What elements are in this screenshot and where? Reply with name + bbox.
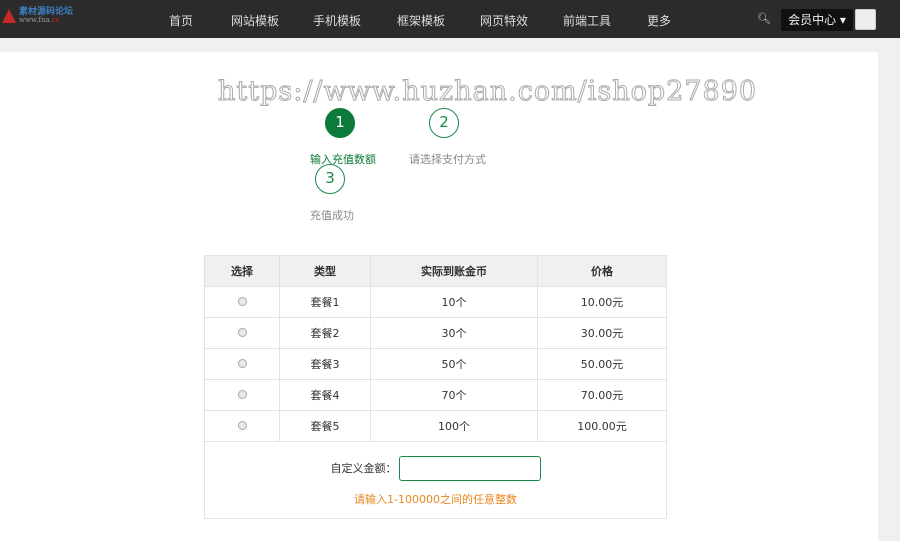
table-row[interactable]: 套餐2 30个 30.00元	[204, 317, 667, 349]
price-cell: 50.00元	[537, 348, 667, 380]
search-icon[interactable]: 🔍︎	[757, 12, 771, 25]
price-cell: 70.00元	[537, 379, 667, 411]
nav-home[interactable]: 首页	[169, 12, 193, 29]
type-cell: 套餐5	[279, 410, 371, 442]
header-price: 价格	[537, 255, 667, 287]
logo-url-tld: .cc	[49, 16, 60, 24]
step-3-circle: 3	[315, 164, 345, 194]
package-table: 选择 类型 实际到账金币 价格 套餐1 10个 10.00元 套餐2 30个 3…	[204, 255, 667, 519]
package-radio[interactable]	[237, 296, 247, 306]
nav-site-templates[interactable]: 网站模板	[231, 12, 279, 29]
coins-cell: 100个	[370, 410, 538, 442]
custom-amount-input[interactable]	[398, 455, 541, 481]
type-cell: 套餐3	[279, 348, 371, 380]
select-cell	[204, 317, 280, 349]
step-1-label: 输入充值数额	[310, 153, 376, 166]
logo-url: www.fna	[19, 16, 50, 24]
select-cell	[204, 286, 280, 318]
price-cell: 30.00元	[537, 317, 667, 349]
header-coins: 实际到账金币	[370, 255, 538, 287]
step-3-label: 充值成功	[310, 209, 354, 222]
avatar[interactable]	[855, 9, 876, 30]
header-select: 选择	[204, 255, 280, 287]
table-row[interactable]: 套餐4 70个 70.00元	[204, 379, 667, 411]
package-radio[interactable]	[237, 358, 247, 368]
member-center-label: 会员中心	[788, 13, 837, 27]
custom-amount-cell: 自定义金额： 请输入1-100000之间的任意整数	[204, 441, 667, 519]
type-cell: 套餐1	[279, 286, 371, 318]
member-center-dropdown[interactable]: 会员中心 ▾	[781, 9, 853, 31]
table-row[interactable]: 套餐5 100个 100.00元	[204, 410, 667, 442]
logo[interactable]: 素材源码论坛 www.fna.cc	[2, 8, 73, 24]
nav-frontend-tools[interactable]: 前端工具	[563, 12, 611, 29]
table-row[interactable]: 套餐3 50个 50.00元	[204, 348, 667, 380]
package-radio[interactable]	[237, 327, 247, 337]
logo-icon	[2, 9, 16, 23]
top-nav: 素材源码论坛 www.fna.cc 首页 网站模板 手机模板 框架模板 网页特效…	[0, 0, 900, 38]
custom-amount-hint: 请输入1-100000之间的任意整数	[354, 492, 517, 506]
nav-frame-templates[interactable]: 框架模板	[397, 12, 445, 29]
coins-cell: 70个	[370, 379, 538, 411]
package-radio[interactable]	[237, 389, 247, 399]
table-row[interactable]: 套餐1 10个 10.00元	[204, 286, 667, 318]
step-2-label: 请选择支付方式	[409, 153, 486, 166]
price-cell: 100.00元	[537, 410, 667, 442]
nav-more[interactable]: 更多	[647, 12, 671, 29]
coins-cell: 10个	[370, 286, 538, 318]
header-type: 类型	[279, 255, 371, 287]
type-cell: 套餐2	[279, 317, 371, 349]
package-radio[interactable]	[237, 420, 247, 430]
nav-web-effects[interactable]: 网页特效	[480, 12, 528, 29]
step-2-circle: 2	[429, 108, 459, 138]
table-header: 选择 类型 实际到账金币 价格	[204, 255, 667, 287]
select-cell	[204, 410, 280, 442]
select-cell	[204, 379, 280, 411]
nav-mobile-templates[interactable]: 手机模板	[313, 12, 361, 29]
price-cell: 10.00元	[537, 286, 667, 318]
coins-cell: 50个	[370, 348, 538, 380]
select-cell	[204, 348, 280, 380]
custom-amount-label: 自定义金额：	[330, 462, 397, 475]
coins-cell: 30个	[370, 317, 538, 349]
watermark: https://www.huzhan.com/ishop27890	[217, 76, 758, 108]
step-1-circle: 1	[325, 108, 355, 138]
type-cell: 套餐4	[279, 379, 371, 411]
